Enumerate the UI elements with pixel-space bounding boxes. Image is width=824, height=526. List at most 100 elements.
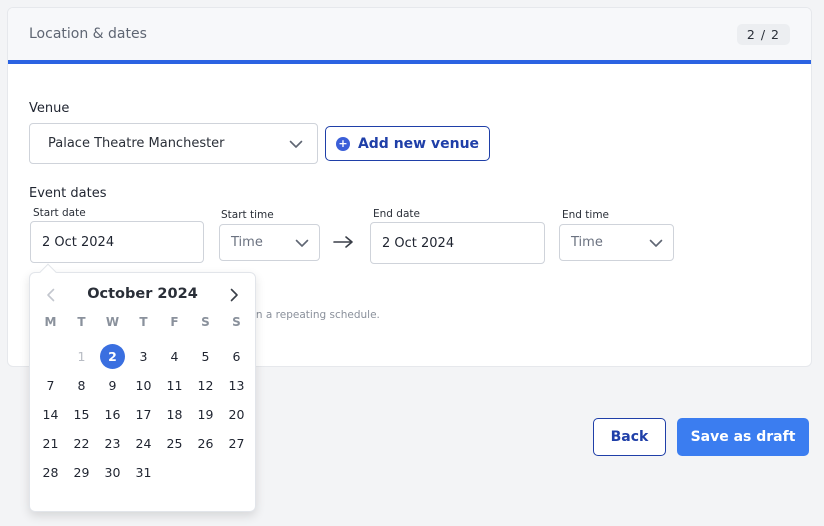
end-time-label: End time [562, 209, 610, 221]
calendar-day[interactable]: 7 [35, 371, 66, 400]
calendar-day[interactable]: 6 [221, 342, 252, 371]
end-time-select[interactable]: Time [559, 224, 674, 261]
card-header: Location & dates 2 / 2 [8, 8, 811, 64]
weekday-header: T [139, 315, 148, 329]
calendar-day[interactable]: 4 [159, 342, 190, 371]
datepicker-header: October 2024 [30, 283, 255, 307]
back-button[interactable]: Back [593, 418, 666, 456]
calendar-day[interactable]: 18 [159, 400, 190, 429]
add-new-venue-label: Add new venue [357, 135, 480, 152]
calendar-day[interactable]: 15 [66, 400, 97, 429]
calendar-day-number: 11 [166, 378, 183, 393]
calendar-day-number: 12 [197, 378, 214, 393]
start-date-label: Start date [33, 207, 86, 219]
calendar-day-number: 24 [135, 436, 152, 451]
calendar-day-number: 6 [232, 349, 241, 364]
calendar-day[interactable]: 25 [159, 429, 190, 458]
empty-cell [35, 342, 66, 371]
weekday-header: M [44, 315, 57, 329]
calendar-day-number: 27 [228, 436, 245, 451]
calendar-day-number: 7 [46, 378, 55, 393]
calendar-day-number: 17 [135, 407, 152, 422]
calendar-day[interactable]: 5 [190, 342, 221, 371]
calendar-day[interactable]: 8 [66, 371, 97, 400]
calendar-day-number: 15 [73, 407, 90, 422]
card-title: Location & dates [29, 26, 147, 42]
repeating-schedule-hint: in a repeating schedule. [253, 309, 380, 321]
calendar-day-number: 13 [228, 378, 245, 393]
end-date-label: End date [373, 208, 420, 220]
weekday-header: T [77, 315, 86, 329]
start-date-datepicker: October 2024 M T W T F S S 1 2 3 4 5 6 7 8 9 10 11 12 13 14 1… [29, 263, 256, 512]
start-date-input[interactable]: 2 Oct 2024 [30, 221, 204, 263]
plus-circle-icon: + [335, 136, 350, 151]
calendar-day-number: 22 [73, 436, 90, 451]
calendar-day[interactable]: 14 [35, 400, 66, 429]
calendar-day-number: 23 [104, 436, 121, 451]
end-time-placeholder: Time [571, 235, 603, 250]
venue-select[interactable]: Palace Theatre Manchester [29, 123, 318, 164]
calendar-day[interactable]: 19 [190, 400, 221, 429]
calendar-day[interactable]: 1 [66, 342, 97, 371]
calendar-day-number: 20 [228, 407, 245, 422]
calendar-day[interactable]: 17 [128, 400, 159, 429]
calendar-day[interactable]: 20 [221, 400, 252, 429]
step-badge: 2 / 2 [736, 23, 790, 45]
calendar-day[interactable]: 16 [97, 400, 128, 429]
calendar-day-number: 4 [170, 349, 179, 364]
calendar-day[interactable]: 31 [128, 458, 159, 487]
calendar-day[interactable]: 2 [97, 342, 128, 371]
calendar-day-number: 29 [73, 465, 90, 480]
calendar-day[interactable]: 30 [97, 458, 128, 487]
weekday-header: F [170, 315, 179, 329]
end-date-input[interactable]: 2 Oct 2024 [370, 222, 545, 264]
calendar-day[interactable]: 22 [66, 429, 97, 458]
save-as-draft-button[interactable]: Save as draft [677, 418, 809, 456]
weekday-header: W [105, 315, 120, 329]
calendar-day-number: 3 [139, 349, 148, 364]
calendar-day[interactable]: 13 [221, 371, 252, 400]
calendar-day-number: 28 [42, 465, 59, 480]
venue-label: Venue [29, 101, 70, 116]
calendar-day-number: 10 [135, 378, 152, 393]
calendar-day-number: 2 [100, 344, 125, 369]
calendar-day[interactable]: 3 [128, 342, 159, 371]
calendar-day[interactable]: 28 [35, 458, 66, 487]
chevron-right-icon[interactable] [227, 287, 241, 303]
datepicker-grid: M T W T F S S 1 2 3 4 5 6 7 8 9 10 11 12 13 14 15 16 17 18 19 20 21… [35, 313, 252, 487]
chevron-down-icon [295, 239, 309, 247]
calendar-day-number: 31 [135, 465, 152, 480]
calendar-day[interactable]: 9 [97, 371, 128, 400]
add-new-venue-button[interactable]: + Add new venue [325, 126, 490, 161]
calendar-day-number: 16 [104, 407, 121, 422]
chevron-down-icon [289, 140, 303, 148]
start-time-label: Start time [221, 209, 274, 221]
calendar-day[interactable]: 26 [190, 429, 221, 458]
calendar-day-number: 21 [42, 436, 59, 451]
calendar-day[interactable]: 27 [221, 429, 252, 458]
calendar-day[interactable]: 12 [190, 371, 221, 400]
arrow-right-icon [333, 236, 353, 248]
weekday-header: S [232, 315, 241, 329]
calendar-day-number: 14 [42, 407, 59, 422]
venue-select-value: Palace Theatre Manchester [48, 136, 225, 151]
calendar-day[interactable]: 23 [97, 429, 128, 458]
calendar-day-number: 30 [104, 465, 121, 480]
calendar-day[interactable]: 10 [128, 371, 159, 400]
calendar-day-number: 26 [197, 436, 214, 451]
calendar-day-number: 8 [77, 378, 86, 393]
calendar-day[interactable]: 11 [159, 371, 190, 400]
calendar-day-number: 9 [108, 378, 117, 393]
calendar-day[interactable]: 29 [66, 458, 97, 487]
start-time-placeholder: Time [231, 235, 263, 250]
calendar-day[interactable]: 24 [128, 429, 159, 458]
weekday-header: S [201, 315, 210, 329]
datepicker-month: October 2024 [87, 286, 198, 302]
event-dates-label: Event dates [29, 186, 107, 201]
calendar-day-number: 18 [166, 407, 183, 422]
start-time-select[interactable]: Time [219, 224, 320, 261]
calendar-day-number: 1 [77, 349, 86, 364]
calendar-day-number: 5 [201, 349, 210, 364]
calendar-day-number: 25 [166, 436, 183, 451]
calendar-day[interactable]: 21 [35, 429, 66, 458]
